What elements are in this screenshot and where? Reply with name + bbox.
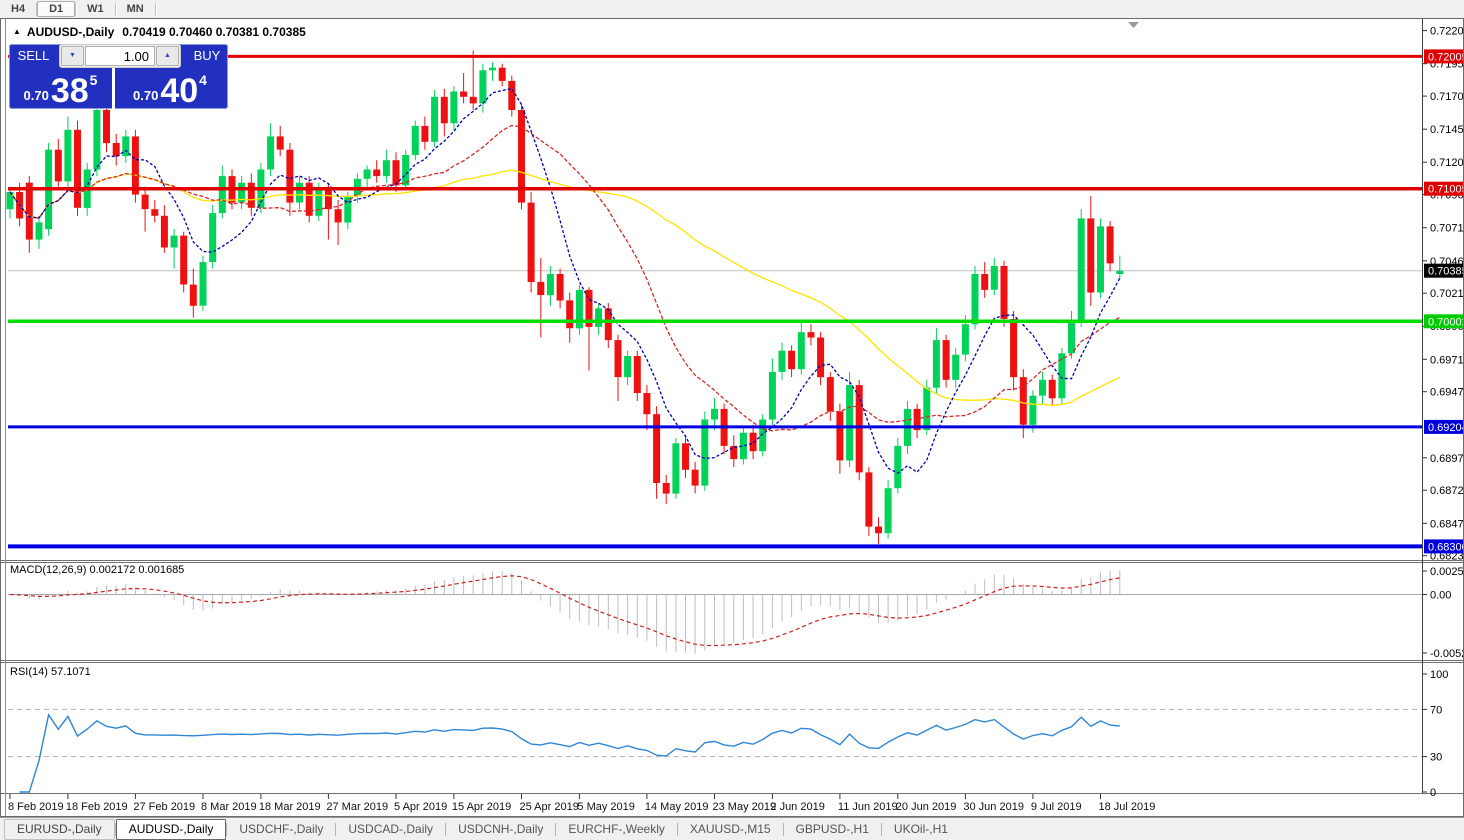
volume-increase-icon[interactable]: ▲ (156, 46, 179, 66)
buy-price-small: 0.70 (133, 88, 159, 103)
svg-text:0.72200: 0.72200 (1430, 26, 1464, 38)
svg-text:0: 0 (1430, 787, 1436, 799)
svg-text:0.68475: 0.68475 (1430, 518, 1464, 530)
volume-decrease-icon[interactable]: ▼ (61, 46, 84, 66)
svg-text:0.70385: 0.70385 (1428, 266, 1464, 278)
svg-text:0.68970: 0.68970 (1430, 453, 1464, 465)
svg-text:0.68300: 0.68300 (1428, 541, 1464, 553)
tab-usdchf-daily[interactable]: USDCHF-,Daily (227, 820, 335, 839)
price-badge-0.71005: 0.71005 (1424, 181, 1464, 196)
tab-usdcad-daily[interactable]: USDCAD-,Daily (336, 820, 445, 839)
buy-price-button[interactable]: 0.70 40 4 (115, 68, 225, 109)
tab-eurusd-daily[interactable]: EURUSD-,Daily (4, 819, 115, 840)
svg-text:0.70215: 0.70215 (1430, 288, 1464, 300)
svg-text:0.00: 0.00 (1430, 590, 1451, 602)
price-badge-0.68300: 0.68300 (1424, 539, 1464, 554)
macd-label: MACD(12,26,9) 0.002172 0.001685 (10, 564, 185, 576)
svg-text:14 May 2019: 14 May 2019 (645, 801, 709, 813)
chart-tabs-bar: EURUSD-,Daily AUDUSD-,Daily USDCHF-,Daily U… (0, 817, 1464, 840)
svg-text:0.71005: 0.71005 (1428, 184, 1464, 196)
svg-text:0.002524: 0.002524 (1430, 566, 1464, 578)
svg-text:5 May 2019: 5 May 2019 (577, 801, 634, 813)
chart-ohlc-values: 0.70419 0.70460 0.70381 0.70385 (122, 25, 306, 39)
svg-text:27 Mar 2019: 27 Mar 2019 (326, 801, 388, 813)
svg-text:30: 30 (1430, 752, 1442, 764)
volume-stepper: ▼ ▲ (59, 44, 181, 68)
sell-button[interactable]: SELL (9, 44, 58, 68)
volume-input[interactable] (85, 46, 155, 66)
svg-text:0.69204: 0.69204 (1428, 422, 1464, 434)
svg-text:18 Mar 2019: 18 Mar 2019 (259, 801, 321, 813)
svg-text:23 May 2019: 23 May 2019 (713, 801, 777, 813)
svg-text:70: 70 (1430, 704, 1442, 716)
svg-text:0.68725: 0.68725 (1430, 485, 1464, 497)
rsi-label: RSI(14) 57.1071 (10, 666, 91, 678)
buy-button[interactable]: BUY (182, 44, 232, 68)
svg-text:18 Jul 2019: 18 Jul 2019 (1099, 801, 1156, 813)
svg-text:0.70710: 0.70710 (1430, 223, 1464, 235)
svg-text:9 Jul 2019: 9 Jul 2019 (1031, 801, 1082, 813)
tab-eurchf-weekly[interactable]: EURCHF-,Weekly (556, 820, 676, 839)
svg-text:11 Jun 2019: 11 Jun 2019 (838, 801, 898, 813)
svg-text:27 Feb 2019: 27 Feb 2019 (133, 801, 195, 813)
svg-text:15 Apr 2019: 15 Apr 2019 (452, 801, 511, 813)
svg-text:-0.005234: -0.005234 (1430, 648, 1464, 660)
terminal-window: H4D1W1MN 0.722000.719500.717050.714550.7… (0, 0, 1464, 840)
svg-text:100: 100 (1430, 669, 1448, 681)
svg-text:5 Apr 2019: 5 Apr 2019 (394, 801, 447, 813)
tab-usdcnh-daily[interactable]: USDCNH-,Daily (446, 820, 555, 839)
price-badge-0.72005: 0.72005 (1424, 49, 1464, 64)
tab-ukoil-h1[interactable]: UKOil-,H1 (882, 820, 960, 839)
sell-price-button[interactable]: 0.70 38 5 (9, 68, 115, 109)
buy-price-sup: 4 (199, 72, 207, 88)
sell-price-small: 0.70 (23, 88, 49, 103)
chart-window-bg (0, 18, 1464, 817)
svg-text:30 Jun 2019: 30 Jun 2019 (963, 801, 1024, 813)
chart-plot[interactable]: 0.722000.719500.717050.714550.712050.709… (0, 0, 1464, 840)
price-badge-0.70385: 0.70385 (1424, 263, 1464, 278)
collapse-arrow-icon[interactable]: ▲ (13, 27, 21, 36)
price-badge-0.69204: 0.69204 (1424, 419, 1464, 434)
svg-text:0.71205: 0.71205 (1430, 157, 1464, 169)
svg-text:20 Jun 2019: 20 Jun 2019 (896, 801, 957, 813)
tab-xauusd-m15[interactable]: XAUUSD-,M15 (678, 820, 783, 839)
svg-text:8 Feb 2019: 8 Feb 2019 (8, 801, 64, 813)
tab-gbpusd-h1[interactable]: GBPUSD-,H1 (784, 820, 881, 839)
tab-audusd-daily[interactable]: AUDUSD-,Daily (115, 819, 227, 840)
one-click-trade-panel: SELL ▼ ▲ BUY 0.70 38 5 0.70 40 4 (9, 44, 228, 109)
svg-text:0.71455: 0.71455 (1430, 124, 1464, 136)
svg-text:0.70002: 0.70002 (1428, 316, 1464, 328)
svg-text:25 Apr 2019: 25 Apr 2019 (520, 801, 579, 813)
sell-price-big: 38 (50, 72, 89, 110)
svg-text:8 Mar 2019: 8 Mar 2019 (201, 801, 257, 813)
price-badge-0.70002: 0.70002 (1424, 314, 1464, 329)
chart-symbol-label: AUDUSD-,Daily (26, 25, 115, 39)
buy-price-big: 40 (160, 72, 199, 110)
svg-text:0.69715: 0.69715 (1430, 354, 1464, 366)
svg-text:0.72005: 0.72005 (1428, 51, 1464, 63)
svg-text:0.69470: 0.69470 (1430, 387, 1464, 399)
svg-text:0.71705: 0.71705 (1430, 91, 1464, 103)
sell-price-sup: 5 (89, 72, 98, 88)
chart-title: ▲ AUDUSD-,Daily 0.70419 0.70460 0.70381 0.… (13, 25, 306, 39)
svg-text:2 Jun 2019: 2 Jun 2019 (770, 801, 824, 813)
svg-text:18 Feb 2019: 18 Feb 2019 (66, 801, 128, 813)
